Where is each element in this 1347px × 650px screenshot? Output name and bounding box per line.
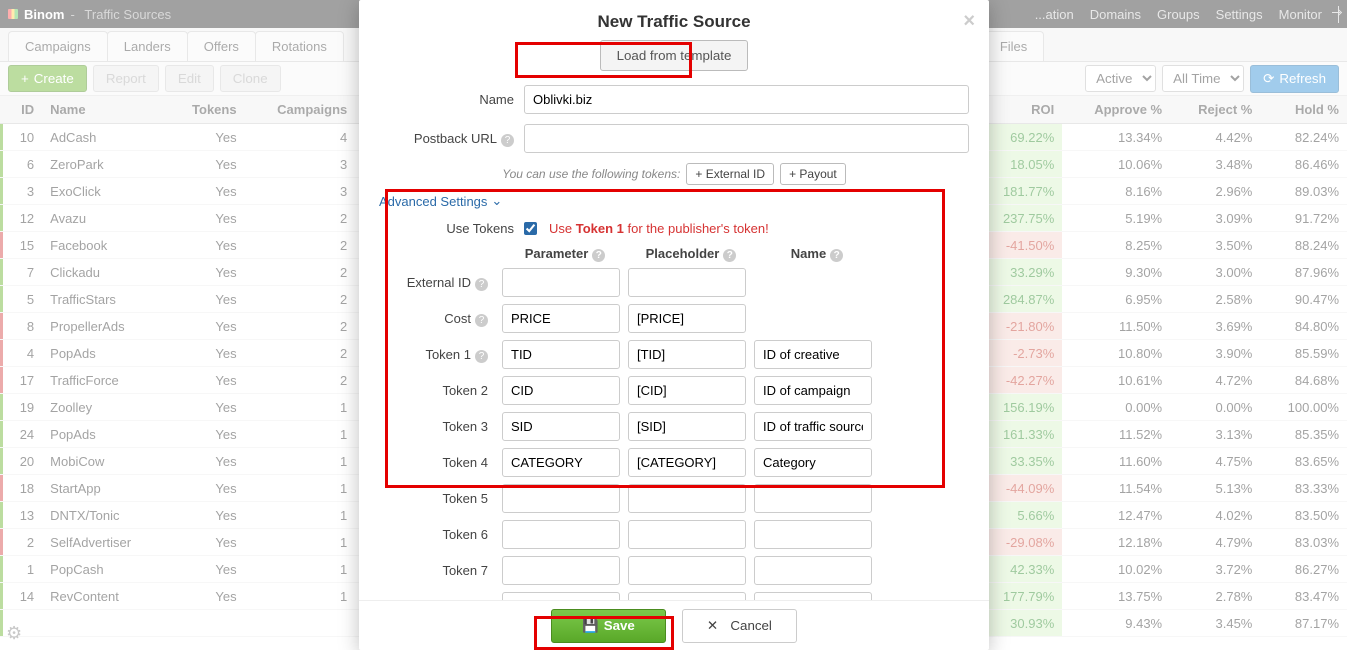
placeholder-input[interactable] bbox=[628, 592, 746, 600]
token-externalid-button[interactable]: + External ID bbox=[686, 163, 774, 185]
highlight-annotation bbox=[515, 42, 692, 78]
param-input[interactable] bbox=[502, 484, 620, 513]
save-button[interactable]: 💾 Save bbox=[551, 609, 666, 643]
placeholder-input[interactable] bbox=[628, 556, 746, 585]
param-input[interactable] bbox=[502, 592, 620, 600]
name-label: Name bbox=[379, 92, 524, 107]
token-row: Token 5 bbox=[379, 484, 969, 513]
tokenname-input[interactable] bbox=[754, 484, 872, 513]
token-row: Token 7 bbox=[379, 556, 969, 585]
tokenname-input[interactable] bbox=[754, 556, 872, 585]
postback-label: Postback URL? bbox=[379, 131, 524, 147]
param-input[interactable] bbox=[502, 520, 620, 549]
placeholder-input[interactable] bbox=[628, 520, 746, 549]
tokenname-input[interactable] bbox=[754, 592, 872, 600]
modal-title: New Traffic Source bbox=[597, 12, 750, 31]
placeholder-input[interactable] bbox=[628, 484, 746, 513]
name-input[interactable] bbox=[524, 85, 969, 114]
postback-hint: You can use the following tokens: + Exte… bbox=[379, 163, 969, 185]
help-icon[interactable]: ? bbox=[501, 134, 514, 147]
token-payout-button[interactable]: + Payout bbox=[780, 163, 846, 185]
cancel-button[interactable]: ✕ Cancel bbox=[682, 609, 797, 643]
param-input[interactable] bbox=[502, 556, 620, 585]
token-row: Token 8 bbox=[379, 592, 969, 600]
tokenname-input[interactable] bbox=[754, 520, 872, 549]
postback-input[interactable] bbox=[524, 124, 969, 153]
highlight-annotation bbox=[385, 189, 945, 488]
close-icon[interactable]: × bbox=[963, 10, 975, 33]
token-row: Token 6 bbox=[379, 520, 969, 549]
